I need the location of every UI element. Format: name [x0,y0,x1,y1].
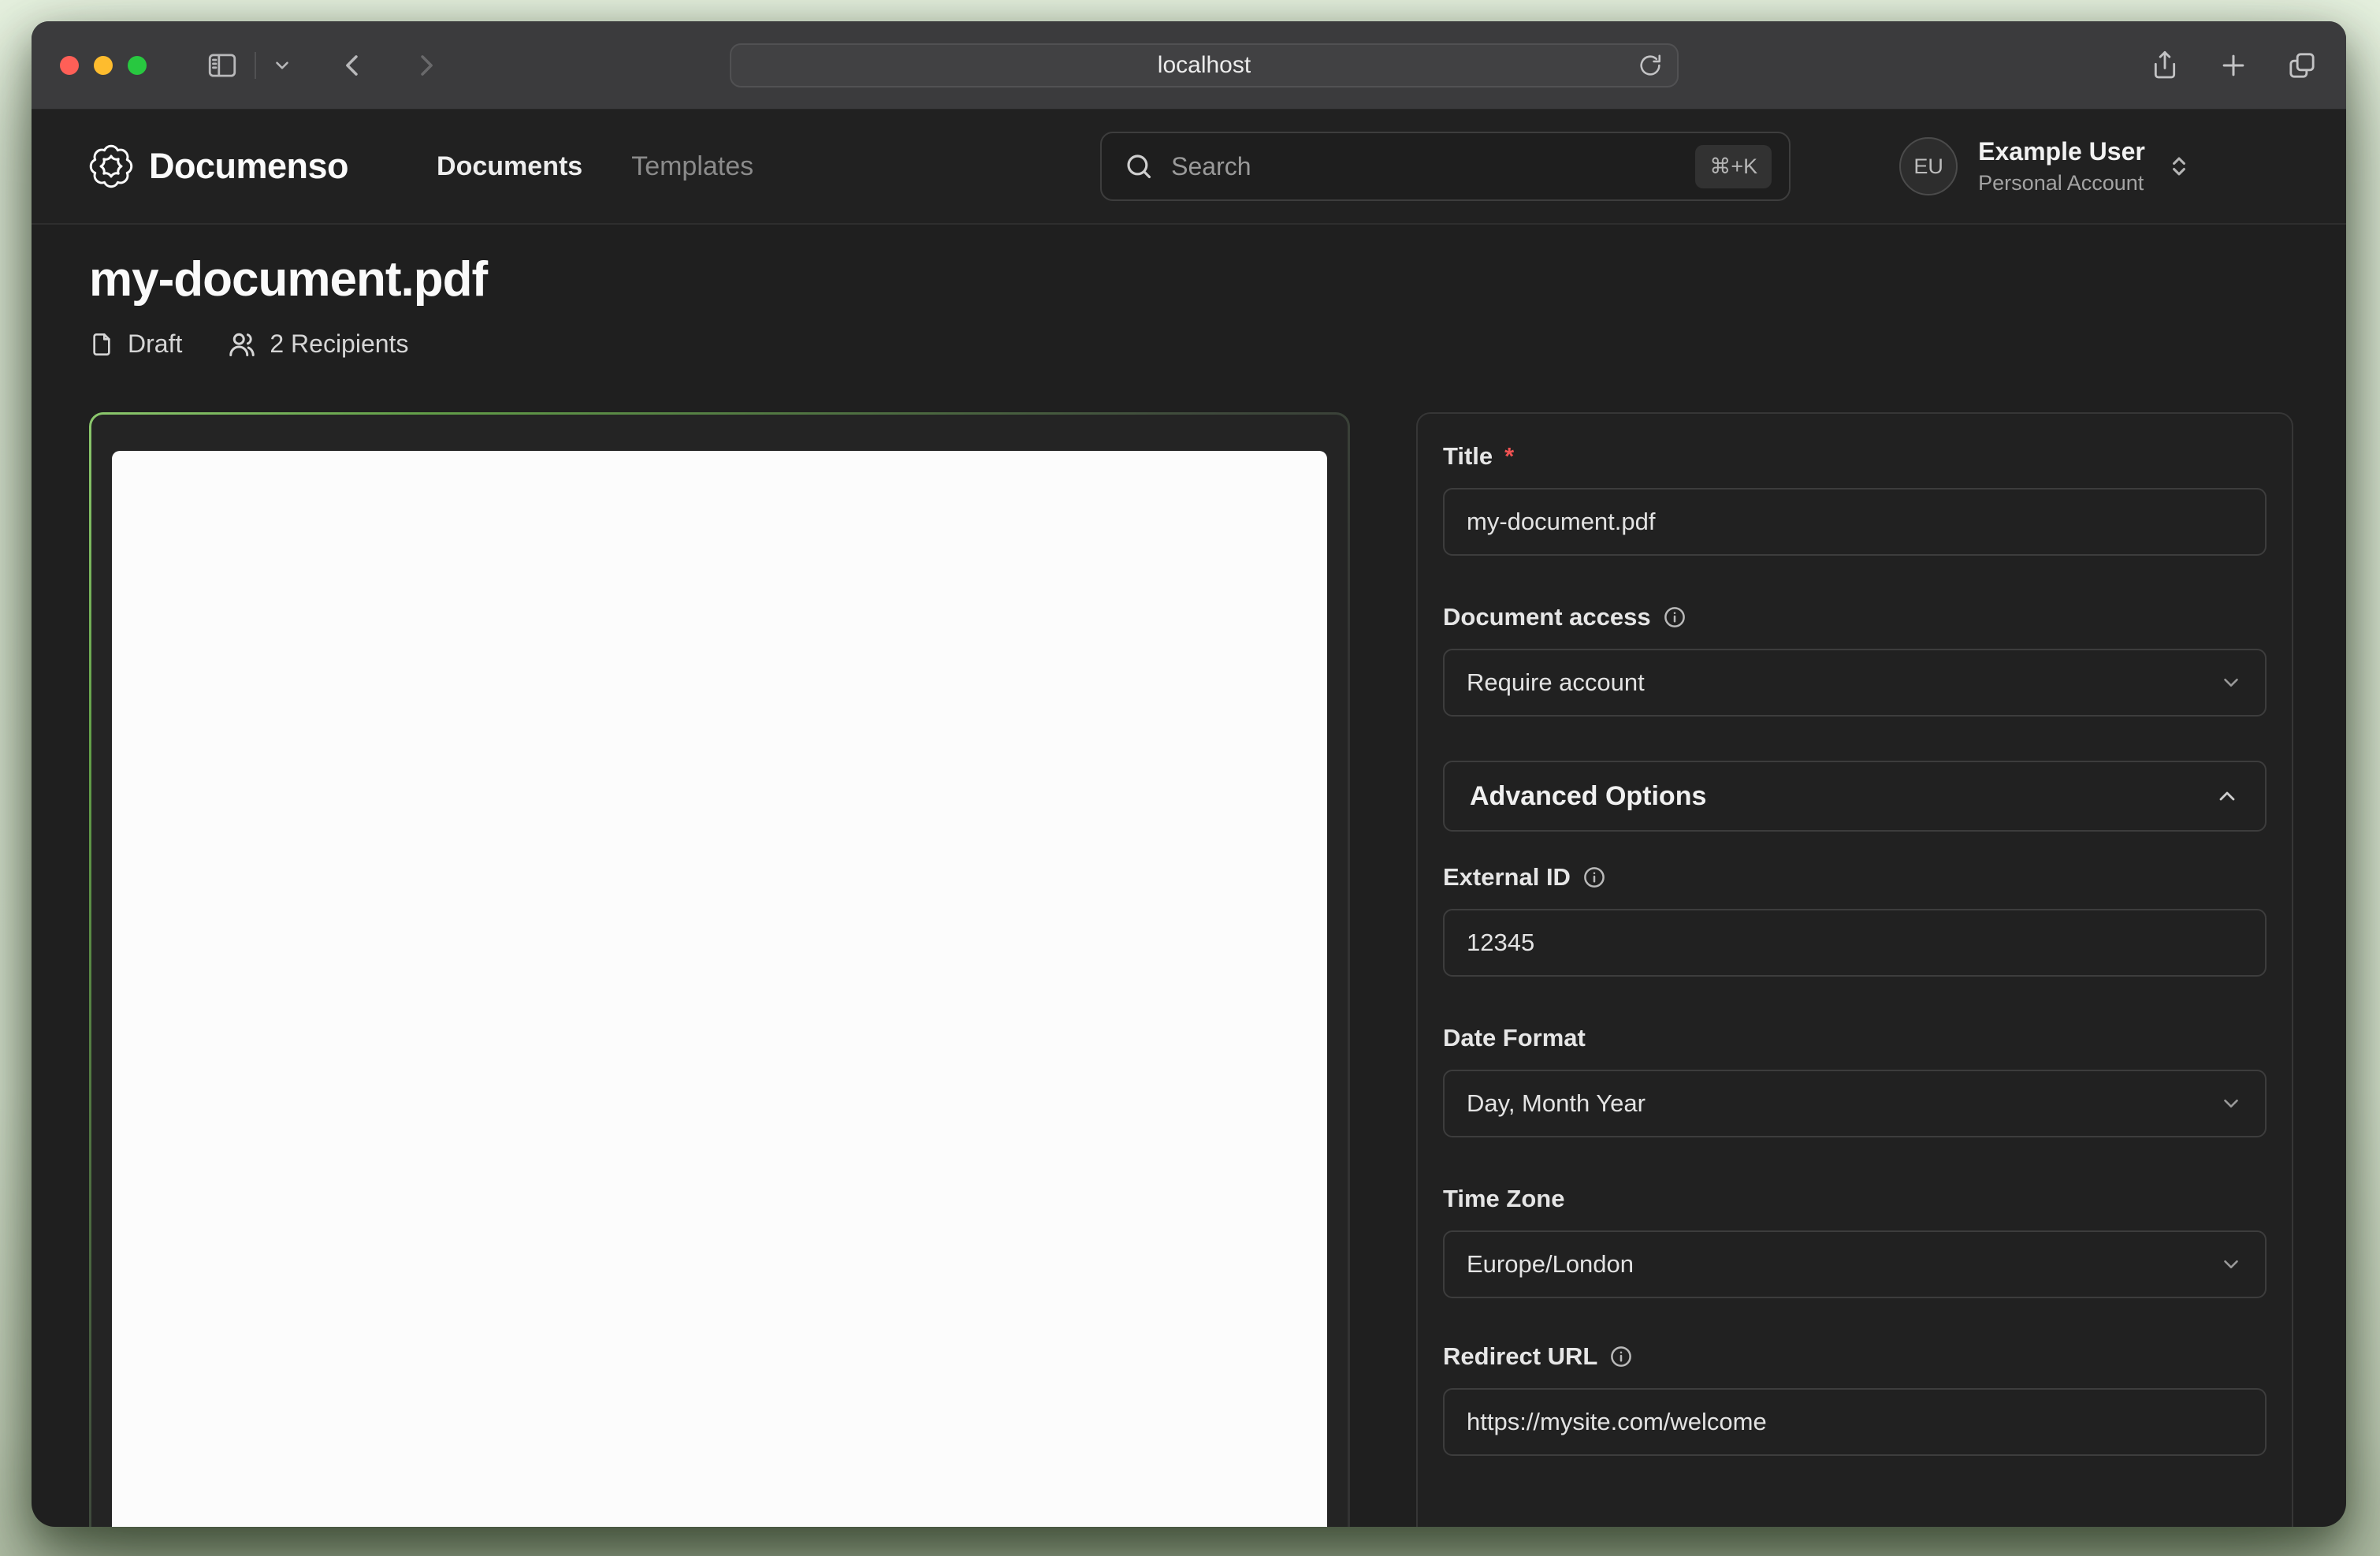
search-icon [1124,151,1154,181]
chevron-down-icon [2219,1253,2243,1276]
required-asterisk: * [1504,442,1514,471]
redirect-url-input[interactable] [1443,1388,2267,1456]
avatar: EU [1899,137,1958,195]
document-preview-inner [91,415,1348,1527]
external-id-label: External ID [1443,863,2267,892]
file-icon [89,332,114,357]
minimize-window-button[interactable] [94,56,113,75]
browser-window: localhost [32,21,2346,1527]
account-menu[interactable]: EU Example User Personal Account [1899,137,2192,195]
document-access-select[interactable]: Require account [1443,649,2267,717]
info-icon[interactable] [1663,605,1686,629]
nav-item-templates[interactable]: Templates [631,151,753,182]
timezone-label: Time Zone [1443,1185,2267,1213]
new-tab-icon[interactable] [2218,50,2248,80]
search-bar[interactable]: ⌘+K [1100,132,1791,201]
back-button-icon[interactable] [338,50,368,80]
zoom-window-button[interactable] [128,56,147,75]
account-name: Example User [1978,137,2145,166]
date-format-label: Date Format [1443,1024,2267,1052]
top-navigation: Documents Templates [437,151,753,182]
chevrons-up-down-icon [2166,153,2192,180]
chevron-down-icon [2219,1092,2243,1115]
tab-overview-icon[interactable] [2286,50,2318,81]
browser-titlebar: localhost [32,21,2346,110]
brand-logo[interactable]: Documenso [89,144,348,188]
nav-item-documents[interactable]: Documents [437,151,582,182]
sidebar-toggle-icon[interactable] [206,49,239,82]
document-access-label: Document access [1443,603,2267,631]
avatar-initials: EU [1913,154,1943,179]
timezone-select[interactable]: Europe/London [1443,1230,2267,1298]
page-title: my-document.pdf [89,251,2294,307]
account-type: Personal Account [1978,171,2145,195]
brand-name: Documenso [149,146,348,187]
info-icon[interactable] [1609,1345,1633,1368]
close-window-button[interactable] [60,56,79,75]
document-meta-row: Draft 2 Recipients [89,329,2294,359]
chevron-up-icon [2215,784,2240,809]
address-bar[interactable]: localhost [730,43,1679,87]
title-input[interactable] [1443,488,2267,556]
share-icon[interactable] [2149,50,2181,81]
date-format-select[interactable]: Day, Month Year [1443,1070,2267,1137]
recipients-text: 2 Recipients [270,329,408,359]
sidebar-chevron-down-icon[interactable] [272,55,292,76]
chevron-down-icon [2219,671,2243,694]
info-icon[interactable] [1582,865,1606,889]
search-input[interactable] [1171,152,1695,181]
search-shortcut-badge: ⌘+K [1695,145,1772,188]
document-preview-card [89,412,1350,1527]
app-header: Documenso Documents Templates ⌘+K EU Exa… [32,110,2346,225]
status-badge: Draft [89,329,182,359]
documenso-logo-icon [89,144,133,188]
advanced-options-toggle[interactable]: Advanced Options [1443,761,2267,832]
title-field-label: Title * [1443,442,2267,471]
page-content: my-document.pdf Draft [32,251,2346,1527]
address-bar-url: localhost [1158,52,1251,79]
external-id-input[interactable] [1443,909,2267,977]
status-text: Draft [128,329,182,359]
users-icon [228,330,256,359]
redirect-url-label: Redirect URL [1443,1342,2267,1371]
toolbar-divider [255,52,256,79]
refresh-icon[interactable] [1638,53,1663,78]
recipients-badge: 2 Recipients [228,329,408,359]
pdf-page [112,451,1327,1527]
document-settings-panel: Title * Document access Require account [1416,412,2293,1527]
forward-button-icon[interactable] [411,50,441,80]
